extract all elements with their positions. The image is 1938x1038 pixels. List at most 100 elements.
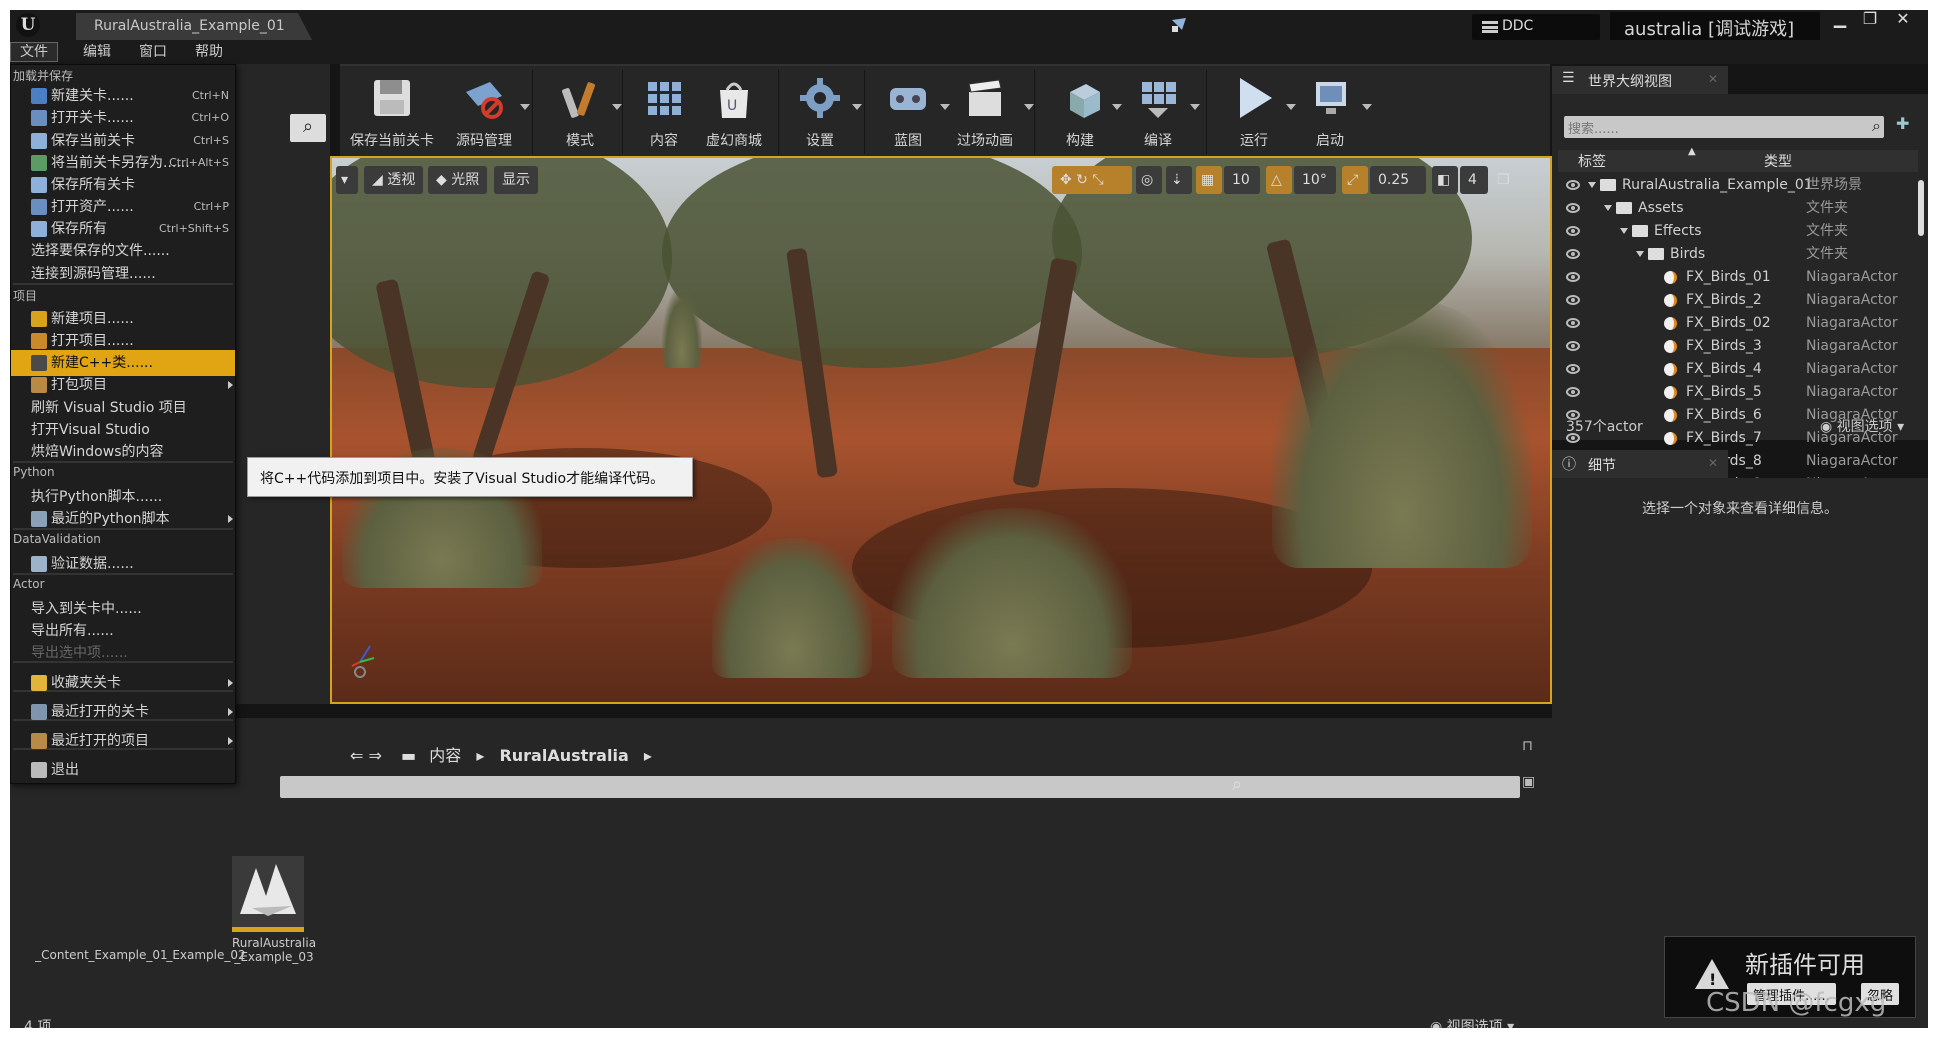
- search-icon[interactable]: ⌕: [1232, 774, 1258, 800]
- lock-icon[interactable]: ⊓: [1522, 738, 1533, 754]
- outliner-row[interactable]: FX_Birds_5 NiagaraActor: [1558, 381, 1918, 404]
- perspective-button[interactable]: ◢ 透视: [364, 166, 424, 194]
- maximize-viewport-icon[interactable]: ❐: [1492, 166, 1518, 194]
- visibility-eye-icon[interactable]: [1566, 318, 1580, 328]
- visibility-eye-icon[interactable]: [1566, 364, 1580, 374]
- menu-window[interactable]: 窗口: [130, 42, 176, 62]
- visibility-eye-icon[interactable]: [1566, 226, 1580, 236]
- col-label[interactable]: 标签: [1578, 151, 1606, 171]
- launch-icon: [1316, 82, 1346, 114]
- lit-mode-button[interactable]: ◆ 光照: [428, 166, 488, 194]
- camera-speed-icon[interactable]: ◧: [1432, 166, 1458, 194]
- forward-arrow-icon[interactable]: ⇐ ⇒: [350, 746, 382, 765]
- surface-snap-icon[interactable]: ⇣: [1166, 166, 1192, 194]
- marketplace-button[interactable]: U 虚幻商城: [702, 74, 766, 150]
- level-document-tab[interactable]: RuralAustralia_Example_01: [76, 13, 312, 40]
- launch-button[interactable]: 启动: [1302, 74, 1372, 150]
- cinematics-button[interactable]: 过场动画: [950, 74, 1034, 150]
- source-control-button[interactable]: 源码管理: [452, 74, 530, 150]
- visibility-eye-icon[interactable]: [1566, 387, 1580, 397]
- level-viewport[interactable]: ▾ ◢ 透视 ◆ 光照 显示 ✥ ↻ ⤡ ◎ ⇣ ▦ 10 △ 10° ⤢ 0.…: [330, 156, 1552, 704]
- compile-button[interactable]: 编译: [1130, 74, 1200, 150]
- save-current-level-icon: [31, 133, 47, 149]
- visibility-eye-icon[interactable]: [1566, 203, 1580, 213]
- menu-file[interactable]: 文件: [10, 42, 58, 62]
- outliner-row[interactable]: FX_Birds_4 NiagaraActor: [1558, 358, 1918, 381]
- menu-favorite-levels[interactable]: 收藏夹关卡: [11, 670, 235, 696]
- menu-help[interactable]: 帮助: [186, 42, 232, 62]
- asset-label[interactable]: RuralAustralia _Example_03: [224, 936, 324, 964]
- visibility-eye-icon[interactable]: [1566, 180, 1580, 190]
- menu-validate-data[interactable]: 验证数据......: [11, 551, 235, 577]
- menu-recent-python-scripts[interactable]: 最近的Python脚本: [11, 506, 235, 532]
- expand-arrow-icon[interactable]: [1636, 251, 1644, 257]
- camera-speed-value[interactable]: 4: [1460, 166, 1488, 194]
- content-view-options-button[interactable]: ◉ 视图选项 ▾: [1430, 1016, 1514, 1028]
- asset-search-input[interactable]: [280, 776, 1520, 798]
- outliner-search-input[interactable]: 搜索......: [1564, 116, 1884, 138]
- menu-item-label: 收藏夹关卡: [51, 675, 121, 691]
- viewport-options-button[interactable]: ▾: [336, 166, 358, 194]
- play-button[interactable]: 运行: [1226, 74, 1296, 150]
- outliner-row[interactable]: Birds 文件夹: [1558, 243, 1918, 266]
- transform-tools[interactable]: ✥ ↻ ⤡: [1052, 166, 1132, 194]
- close-tab-icon[interactable]: ✕: [1708, 456, 1718, 470]
- visibility-eye-icon[interactable]: [1566, 249, 1580, 259]
- settings-button[interactable]: 设置: [792, 74, 862, 150]
- expand-arrow-icon[interactable]: [1588, 182, 1596, 188]
- menu-cook-windows-content[interactable]: 烘焙Windows的内容: [11, 439, 235, 465]
- place-actors-search-icon[interactable]: ⌕: [290, 114, 326, 142]
- outliner-row[interactable]: RuralAustralia_Example_01 世界场景: [1558, 174, 1918, 197]
- visibility-eye-icon[interactable]: [1566, 272, 1580, 282]
- menu-recent-levels[interactable]: 最近打开的关卡: [11, 699, 235, 725]
- scale-snap-toggle-icon[interactable]: ⤢: [1342, 166, 1368, 194]
- outliner-view-options-button[interactable]: ◉ 视图选项 ▾: [1820, 416, 1904, 436]
- scale-snap-value[interactable]: 0.25: [1370, 166, 1426, 194]
- expand-arrow-icon[interactable]: [1604, 205, 1612, 211]
- add-actor-icon[interactable]: ✚: [1896, 114, 1909, 133]
- outliner-row[interactable]: FX_Birds_01 NiagaraActor: [1558, 266, 1918, 289]
- maximize-button[interactable]: ❐: [1855, 10, 1885, 30]
- outliner-row[interactable]: FX_Birds_2 NiagaraActor: [1558, 289, 1918, 312]
- modes-button[interactable]: 模式: [552, 74, 622, 150]
- asset-thumbnail[interactable]: [232, 856, 304, 932]
- close-tab-icon[interactable]: ✕: [1708, 72, 1718, 86]
- source-control-status-icon[interactable]: [1170, 16, 1188, 34]
- col-type[interactable]: 类型: [1764, 151, 1792, 171]
- grid-snap-toggle-icon[interactable]: ▦: [1196, 166, 1222, 194]
- content-button[interactable]: 内容: [636, 74, 692, 150]
- show-flags-button[interactable]: 显示: [494, 166, 538, 194]
- asset-label[interactable]: _Content: [32, 948, 92, 962]
- tab-world-outliner[interactable]: ☰ 世界大纲视图 ✕: [1552, 66, 1728, 94]
- save-search-icon[interactable]: ▣: [1522, 774, 1535, 790]
- rotation-snap-toggle-icon[interactable]: △: [1266, 166, 1292, 194]
- ddc-button[interactable]: DDC: [1472, 14, 1600, 40]
- expand-arrow-icon[interactable]: [1620, 228, 1628, 234]
- menu-connect-source-control[interactable]: 连接到源码管理......: [11, 261, 235, 287]
- rotation-snap-value[interactable]: 10°: [1294, 166, 1336, 194]
- outliner-row[interactable]: FX_Birds_3 NiagaraActor: [1558, 335, 1918, 358]
- tab-details[interactable]: ⓘ 细节 ✕: [1552, 450, 1728, 478]
- outliner-item-name: FX_Birds_7: [1686, 430, 1762, 446]
- outliner-row[interactable]: Effects 文件夹: [1558, 220, 1918, 243]
- close-button[interactable]: ✕: [1888, 10, 1918, 30]
- path-segment-ruralaustralia[interactable]: RuralAustralia: [499, 746, 628, 765]
- outliner-scrollbar[interactable]: [1918, 180, 1924, 236]
- path-segment-content[interactable]: 内容: [429, 746, 461, 765]
- build-button[interactable]: 构建: [1052, 74, 1122, 150]
- visibility-eye-icon[interactable]: [1566, 341, 1580, 351]
- blueprints-button[interactable]: 蓝图: [880, 74, 950, 150]
- save-current-level-button[interactable]: 保存当前关卡: [348, 74, 436, 150]
- minimize-button[interactable]: ▁: [1825, 10, 1855, 30]
- outliner-row[interactable]: FX_Birds_02 NiagaraActor: [1558, 312, 1918, 335]
- menu-exit[interactable]: 退出: [11, 757, 235, 783]
- asset-label[interactable]: _Example_01: [88, 948, 168, 962]
- world-local-toggle-icon[interactable]: ◎: [1136, 166, 1162, 194]
- chevron-down-icon: [1112, 104, 1122, 110]
- menu-edit[interactable]: 编辑: [74, 42, 120, 62]
- search-icon[interactable]: ⌕: [1872, 116, 1881, 136]
- outliner-row[interactable]: Assets 文件夹: [1558, 197, 1918, 220]
- grid-snap-value[interactable]: 10: [1224, 166, 1260, 194]
- menu-recent-projects[interactable]: 最近打开的项目: [11, 728, 235, 754]
- visibility-eye-icon[interactable]: [1566, 295, 1580, 305]
